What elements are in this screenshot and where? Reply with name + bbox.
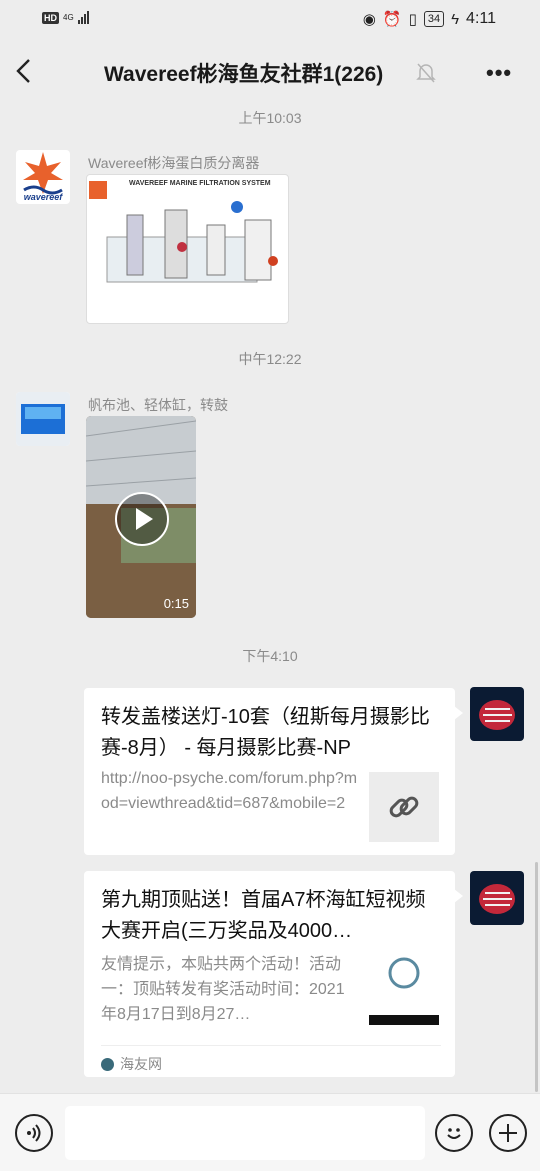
hd-badge: HD: [42, 11, 59, 24]
sender-name: Wavereef彬海蛋白质分离器: [88, 155, 260, 171]
avatar-label: wavereef: [23, 192, 63, 202]
link-description: http://noo-psyche.com/forum.php?mod=view…: [101, 770, 358, 812]
link-card[interactable]: 转发盖楼送灯-10套（纽斯每月摄影比赛-8月） - 每月摄影比赛-NP http…: [84, 688, 463, 855]
back-arrow-icon[interactable]: [14, 56, 44, 90]
sender-name: 帆布池、轻体缸，转鼓: [88, 397, 228, 413]
signal-icon: [77, 11, 89, 24]
timestamp: 上午10:03: [238, 110, 302, 126]
timestamp: 下午4:10: [242, 648, 298, 664]
alarm-icon: ⏰: [382, 11, 402, 28]
voice-icon[interactable]: [15, 1114, 53, 1152]
message-input[interactable]: [65, 1106, 425, 1160]
network-type: 4G: [63, 12, 74, 22]
source-icon: [101, 1057, 114, 1071]
emoji-icon[interactable]: [435, 1114, 473, 1152]
bell-off-icon: [416, 62, 436, 84]
timestamp: 中午12:22: [238, 351, 302, 367]
link-title: 转发盖楼送灯-10套（纽斯每月摄影比赛-8月） - 每月摄影比赛-NP: [101, 706, 430, 759]
vibrate-icon: ▯: [408, 11, 417, 28]
chat-title: Wavereef彬海鱼友社群1(226): [104, 63, 384, 86]
avatar-pool[interactable]: [16, 392, 70, 446]
more-icon[interactable]: •••: [486, 60, 512, 86]
image-caption: WAVEREEF MARINE FILTRATION SYSTEM: [129, 180, 271, 187]
chat-header: Wavereef彬海鱼友社群1(226) •••: [0, 40, 540, 106]
avatar-fish[interactable]: [470, 871, 524, 925]
video-duration: 0:15: [163, 596, 189, 611]
play-icon[interactable]: [115, 492, 169, 546]
plus-icon[interactable]: [489, 1114, 527, 1152]
link-thumbnail: [369, 953, 439, 1025]
avatar-wavereef[interactable]: wavereef: [16, 150, 70, 204]
source-name: 海友网: [120, 1056, 162, 1072]
link-icon: [369, 772, 439, 842]
video-message[interactable]: 0:15: [86, 416, 196, 618]
input-bar: [0, 1093, 540, 1171]
clock: 4:11: [466, 10, 496, 27]
eye-icon: ◉: [362, 11, 376, 28]
link-description: 友情提示，本贴共两个活动！活动一：顶贴转发有奖活动时间：2021年8月17日到8…: [101, 956, 345, 1023]
battery-indicator: 34: [423, 11, 445, 27]
link-card[interactable]: 第九期顶贴送！首届A7杯海缸短视频大赛开启(三万奖品及4000… 友情提示，本贴…: [84, 871, 463, 1077]
image-message[interactable]: WAVEREEF MARINE FILTRATION SYSTEM: [86, 174, 289, 324]
charging-icon: ϟ: [451, 10, 460, 28]
link-title: 第九期顶贴送！首届A7杯海缸短视频大赛开启(三万奖品及4000…: [101, 889, 426, 942]
scrollbar[interactable]: [535, 862, 538, 1092]
avatar-fish[interactable]: [470, 687, 524, 741]
status-bar: HD 4G ◉ ⏰ ▯ 34 ϟ 4:11: [0, 0, 540, 40]
